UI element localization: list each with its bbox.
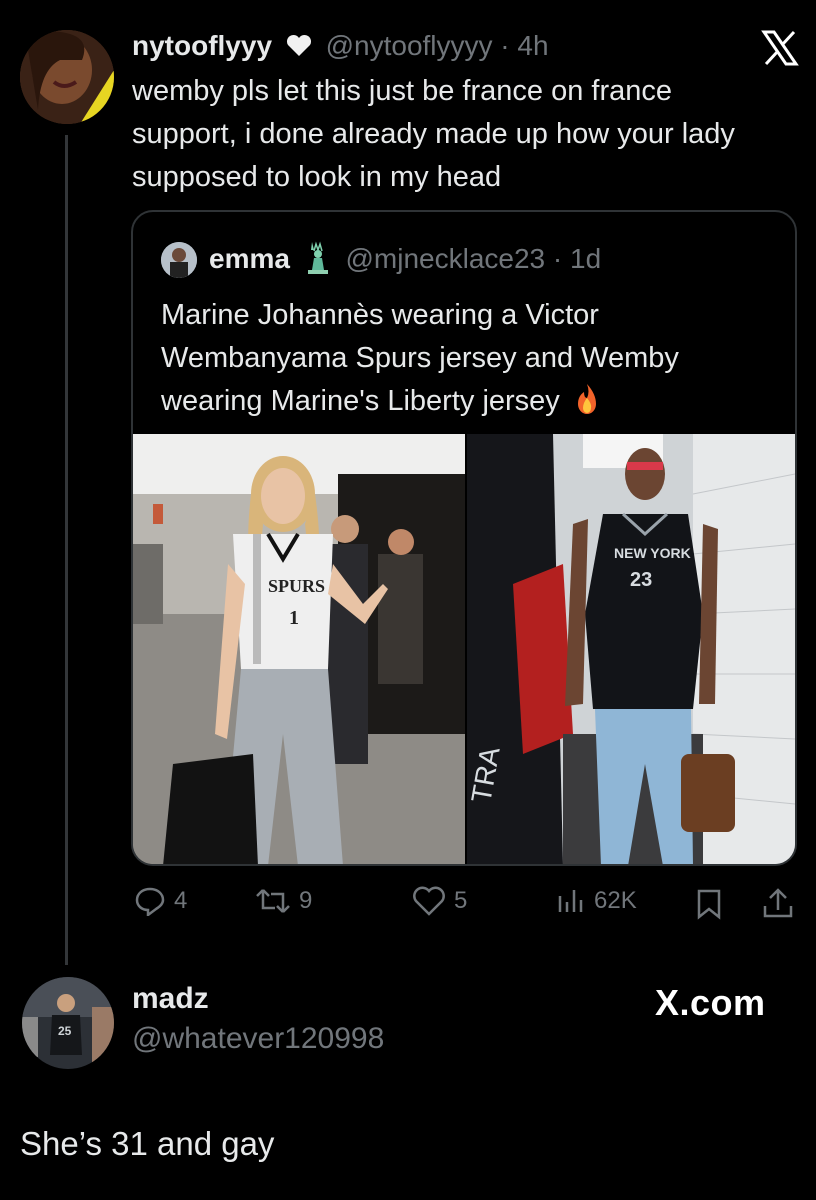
fire-icon [572,382,602,429]
reply-icon [135,887,165,916]
quote-text: Marine Johannès wearing a Victor Wembany… [161,294,771,429]
author-avatar[interactable] [20,30,114,124]
like-icon [413,886,445,916]
quoted-tweet-card[interactable]: emma @mjnecklace23 · 1d Marine Johannès … [131,210,797,866]
right-jersey-text: NEW YORK [614,545,691,561]
x-logo-icon[interactable] [758,26,802,70]
statue-of-liberty-icon [304,240,332,283]
quote-author-name[interactable]: emma [209,243,290,274]
views-icon [558,890,583,912]
repost-action[interactable]: 9 [255,886,312,916]
tweet-header: nytooflyyy @nytooflyyyy · 4h [132,28,549,67]
separator-dot: · [500,30,510,61]
reply-text: She’s 31 and gay [20,1125,275,1162]
quote-separator: · [552,243,563,274]
left-jersey-number: 1 [289,607,299,629]
like-count: 5 [454,887,468,914]
reply-author-avatar[interactable]: 25 [22,977,114,1069]
reply-author-name[interactable]: madz [132,982,209,1016]
tweet-text: wemby pls let this just be france on fra… [132,75,735,193]
photo-marine[interactable]: SPURS 1 [133,434,465,866]
like-action[interactable]: 5 [412,886,467,916]
author-handle[interactable]: @nytooflyyyy [326,30,493,61]
right-jersey-number: 23 [630,569,652,591]
author-name[interactable]: nytooflyyy [132,30,272,61]
quote-time[interactable]: 1d [570,243,601,274]
heart-icon [286,31,312,67]
reply-author-handle[interactable]: @whatever120998 [132,1022,384,1056]
quote-media[interactable]: SPURS 1 NEW YORK 23 TRA [133,434,795,866]
views-action[interactable]: 62K [556,886,637,916]
left-jersey-text: SPURS [268,576,325,596]
quote-author-avatar[interactable] [161,242,197,278]
thread-line [65,135,68,965]
quote-author-handle[interactable]: @mjnecklace23 [346,243,546,274]
repost-count: 9 [299,887,313,914]
xcom-watermark: X.com [655,982,766,1023]
repost-icon [256,889,290,913]
tweet-time[interactable]: 4h [517,30,548,61]
reply-avatar-jersey: 25 [58,1024,72,1038]
quote-header: emma @mjnecklace23 · 1d [209,240,601,283]
views-count: 62K [594,887,637,914]
reply-count: 4 [174,887,188,914]
reply-action[interactable]: 4 [134,886,187,916]
photo-wemby[interactable]: NEW YORK 23 TRA [465,434,795,866]
share-icon[interactable] [762,886,794,925]
bookmark-icon[interactable] [695,888,723,925]
